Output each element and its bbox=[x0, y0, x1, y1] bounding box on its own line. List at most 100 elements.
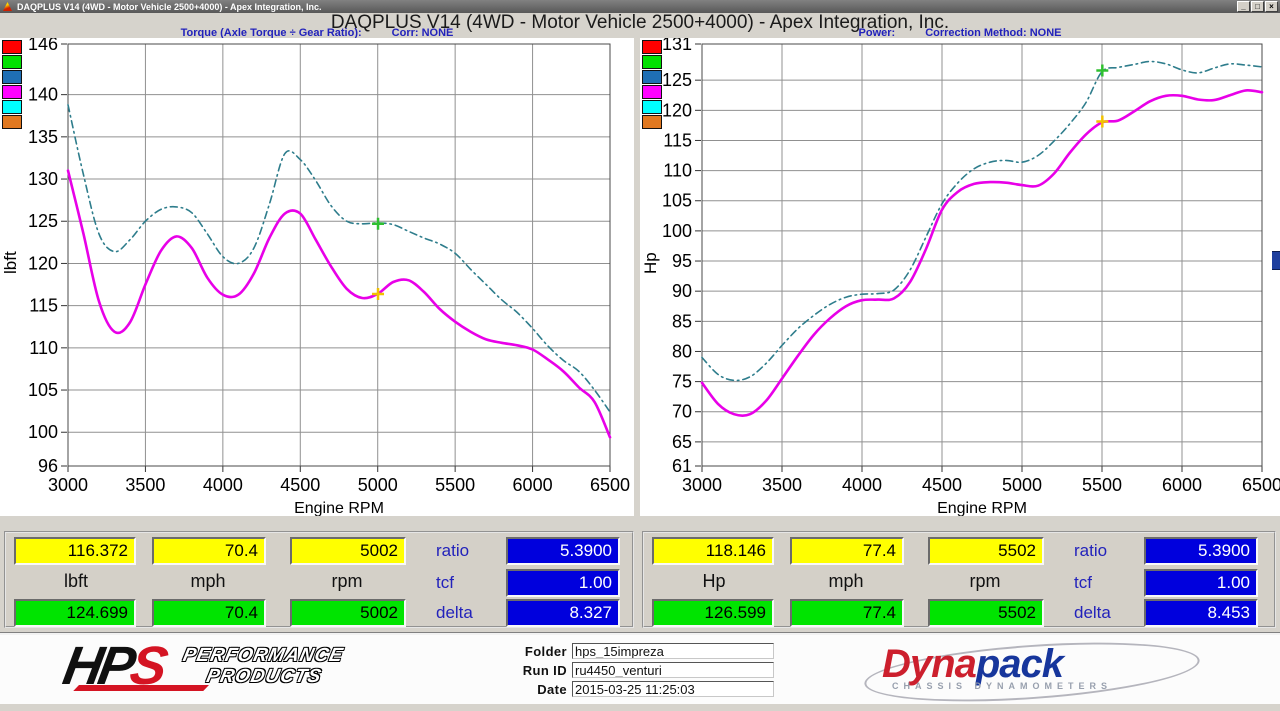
legend-swatch-5[interactable] bbox=[642, 115, 662, 129]
svg-text:110: 110 bbox=[663, 161, 692, 181]
svg-text:4000: 4000 bbox=[842, 475, 882, 495]
reference-power-value: 126.599 bbox=[652, 599, 774, 627]
folder-input[interactable] bbox=[572, 643, 774, 659]
legend-swatch-0[interactable] bbox=[2, 40, 22, 54]
tcf-field[interactable]: 1.00 bbox=[1144, 569, 1258, 597]
legend-swatch-4[interactable] bbox=[2, 100, 22, 114]
date-label: Date bbox=[505, 682, 567, 697]
folder-row: Folder bbox=[505, 643, 774, 659]
minimize-button[interactable]: _ bbox=[1237, 1, 1250, 12]
svg-text:5000: 5000 bbox=[1002, 475, 1042, 495]
svg-text:100: 100 bbox=[662, 221, 692, 241]
svg-text:131: 131 bbox=[662, 38, 692, 54]
delta-label: delta bbox=[436, 599, 502, 626]
legend-swatch-2[interactable] bbox=[2, 70, 22, 84]
tcf-field[interactable]: 1.00 bbox=[506, 569, 620, 597]
torque-chart-legend bbox=[2, 40, 22, 129]
svg-text:135: 135 bbox=[28, 127, 58, 147]
svg-text:6500: 6500 bbox=[590, 475, 630, 495]
close-button[interactable]: × bbox=[1265, 1, 1278, 12]
svg-text:100: 100 bbox=[28, 422, 58, 442]
hps-logo-words: PERFORMANCE PRODUCTS bbox=[177, 645, 346, 687]
svg-text:110: 110 bbox=[29, 338, 58, 358]
svg-text:120: 120 bbox=[662, 100, 692, 120]
delta-field[interactable]: 8.327 bbox=[506, 599, 620, 627]
plot-area bbox=[702, 44, 1262, 466]
delta-field[interactable]: 8.453 bbox=[1144, 599, 1258, 627]
unit-label-rpm: rpm bbox=[928, 569, 1042, 593]
legend-swatch-1[interactable] bbox=[642, 55, 662, 69]
hps-logo-word-products: PRODUCTS bbox=[205, 666, 341, 687]
cursor-rpm-value: 5502 bbox=[928, 537, 1044, 565]
date-input[interactable] bbox=[572, 681, 774, 697]
window-controls: _ □ × bbox=[1237, 1, 1278, 12]
reference-speed-value: 70.4 bbox=[152, 599, 266, 627]
svg-text:140: 140 bbox=[28, 85, 58, 105]
torque-chart-panel: 3000350040004500500055006000650096100105… bbox=[0, 38, 634, 516]
tcf-label: tcf bbox=[1074, 569, 1140, 596]
clipped-window-artifact bbox=[1272, 251, 1280, 270]
legend-swatch-3[interactable] bbox=[642, 85, 662, 99]
ratio-field[interactable]: 5.3900 bbox=[1144, 537, 1258, 565]
svg-text:5500: 5500 bbox=[435, 475, 475, 495]
tcf-label: tcf bbox=[436, 569, 502, 596]
svg-text:6000: 6000 bbox=[1162, 475, 1202, 495]
legend-swatch-0[interactable] bbox=[642, 40, 662, 54]
folder-label: Folder bbox=[505, 644, 567, 659]
legend-swatch-1[interactable] bbox=[2, 55, 22, 69]
svg-text:130: 130 bbox=[28, 169, 58, 189]
footer-bar: HPS PERFORMANCE PRODUCTS Folder Run ID D… bbox=[0, 633, 1280, 704]
cursor-rpm-value: 5002 bbox=[290, 537, 406, 565]
svg-text:125: 125 bbox=[28, 211, 58, 231]
power-readout-panel: 118.146 77.4 5502 Hp mph rpm 126.599 77.… bbox=[642, 531, 1276, 628]
cursor-speed-value: 77.4 bbox=[790, 537, 904, 565]
run-id-label: Run ID bbox=[505, 663, 567, 678]
dynapack-logo-dyna: Dyna bbox=[882, 642, 976, 686]
unit-label-rpm: rpm bbox=[290, 569, 404, 593]
svg-text:96: 96 bbox=[38, 456, 58, 476]
unit-label-power: Hp bbox=[652, 569, 776, 593]
legend-swatch-4[interactable] bbox=[642, 100, 662, 114]
cursor-power-value: 118.146 bbox=[652, 537, 774, 565]
reference-rpm-value: 5002 bbox=[290, 599, 406, 627]
svg-text:6500: 6500 bbox=[1242, 475, 1280, 495]
svg-text:61: 61 bbox=[672, 456, 692, 476]
dynapack-logo-pack: pack bbox=[976, 642, 1063, 686]
reference-speed-value: 77.4 bbox=[790, 599, 904, 627]
restore-button[interactable]: □ bbox=[1251, 1, 1264, 12]
power-chart-panel: 3000350040004500500055006000650061657075… bbox=[640, 38, 1280, 516]
legend-swatch-2[interactable] bbox=[642, 70, 662, 84]
svg-text:3000: 3000 bbox=[48, 475, 88, 495]
power-y-axis-label: Hp bbox=[641, 203, 661, 323]
svg-text:146: 146 bbox=[28, 38, 58, 54]
power-chart-canvas[interactable]: 3000350040004500500055006000650061657075… bbox=[640, 38, 1280, 521]
ratio-label: ratio bbox=[436, 537, 502, 564]
torque-chart-canvas[interactable]: 3000350040004500500055006000650096100105… bbox=[0, 38, 634, 521]
svg-text:65: 65 bbox=[672, 432, 692, 452]
svg-text:90: 90 bbox=[672, 281, 692, 301]
run-id-row: Run ID bbox=[505, 662, 774, 678]
legend-swatch-5[interactable] bbox=[2, 115, 22, 129]
svg-text:125: 125 bbox=[662, 70, 692, 90]
svg-text:105: 105 bbox=[28, 380, 58, 400]
power-chart-legend bbox=[642, 40, 662, 129]
svg-text:115: 115 bbox=[29, 296, 58, 316]
legend-swatch-3[interactable] bbox=[2, 85, 22, 99]
svg-text:5500: 5500 bbox=[1082, 475, 1122, 495]
dynapack-logo-text: Dynapack bbox=[882, 644, 1192, 684]
svg-text:105: 105 bbox=[662, 191, 692, 211]
ratio-field[interactable]: 5.3900 bbox=[506, 537, 620, 565]
window-title: DAQPLUS V14 (4WD - Motor Vehicle 2500+40… bbox=[17, 2, 322, 12]
svg-text:5000: 5000 bbox=[358, 475, 398, 495]
run-id-input[interactable] bbox=[572, 662, 774, 678]
svg-text:6000: 6000 bbox=[513, 475, 553, 495]
torque-y-axis-label: lbft bbox=[1, 203, 21, 323]
unit-label-torque: lbft bbox=[14, 569, 138, 593]
svg-text:Engine RPM: Engine RPM bbox=[937, 500, 1027, 516]
svg-text:3000: 3000 bbox=[682, 475, 722, 495]
svg-text:80: 80 bbox=[672, 341, 692, 361]
svg-text:3500: 3500 bbox=[762, 475, 802, 495]
svg-text:70: 70 bbox=[672, 402, 692, 422]
app-icon bbox=[3, 2, 12, 11]
date-row: Date bbox=[505, 681, 774, 697]
